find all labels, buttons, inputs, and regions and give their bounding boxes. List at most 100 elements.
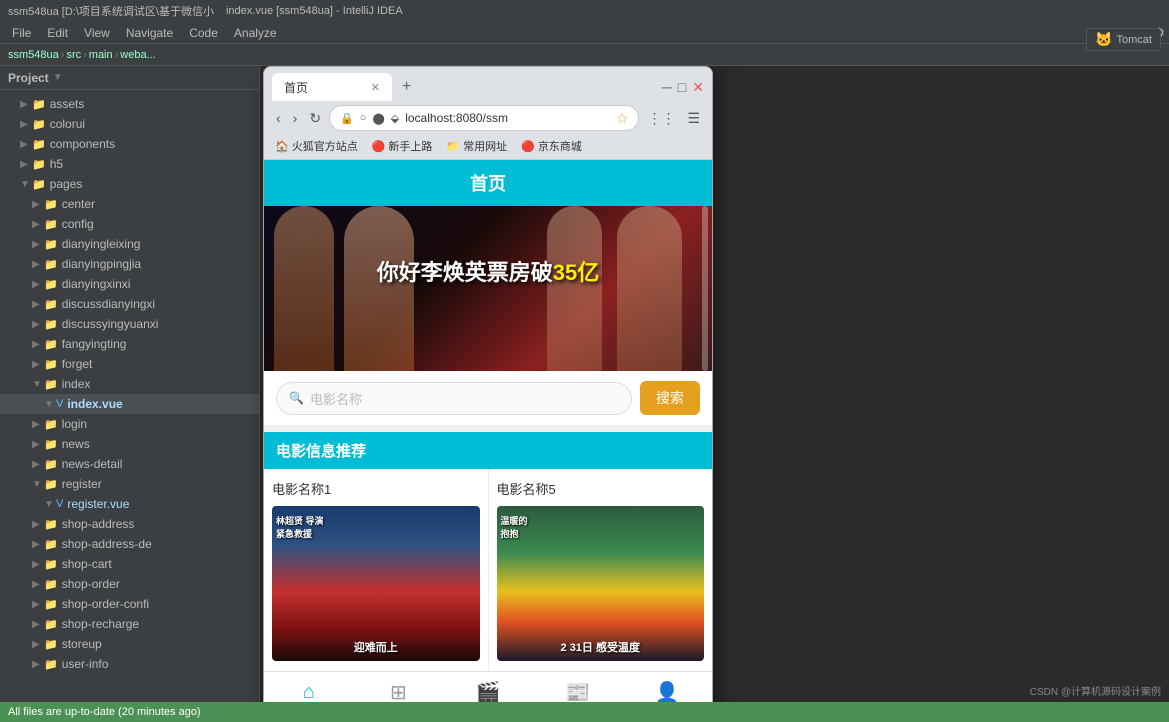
folder-arrow-icon: ▶ — [32, 559, 44, 570]
address-field[interactable]: 🔒 ○ ⬤ ⬙ localhost:8080/ssm ☆ — [329, 105, 639, 131]
folder-icon: 📁 — [44, 558, 58, 571]
sidebar-item-register-vue[interactable]: ▼Vregister.vue — [0, 494, 259, 514]
sidebar-item-h5[interactable]: ▶📁h5 — [0, 154, 259, 174]
nav-item-3[interactable]: 📰 电影资讯 — [533, 672, 623, 702]
back-button[interactable]: ‹ — [272, 108, 285, 128]
movie-card-0[interactable]: 电影名称1 林超贤 导演紧急救援 迎难而上 — [264, 469, 489, 671]
vue-file-icon: V — [56, 498, 63, 510]
sidebar-item-user-info[interactable]: ▶📁user-info — [0, 654, 259, 674]
menu-edit[interactable]: Edit — [39, 22, 76, 43]
bookmark-star-icon[interactable]: ☆ — [616, 110, 629, 127]
sidebar-item-shop-order[interactable]: ▶📁shop-order — [0, 574, 259, 594]
statusbar-text: All files are up-to-date (20 minutes ago… — [8, 706, 201, 718]
folder-icon: 📁 — [44, 298, 58, 311]
maximize-icon[interactable]: □ — [678, 79, 686, 96]
ide-titlebar: ssm548ua [D:\项目系统调试区\基于微信小 index.vue [ss… — [0, 0, 1169, 22]
bookmark-label-3: 京东商城 — [538, 138, 582, 154]
nav-item-1[interactable]: ⊞ 影院信息 — [354, 672, 444, 702]
bookmark-item-0[interactable]: 🏠火狐官方站点 — [272, 137, 361, 155]
breadcrumb-item-0[interactable]: ssm548ua — [8, 49, 59, 61]
nav-item-0[interactable]: ⌂ 首页 — [264, 673, 354, 702]
breadcrumb-item-2[interactable]: main — [89, 49, 113, 61]
search-placeholder: 电影名称 — [310, 389, 362, 408]
tree-item-label: components — [50, 137, 115, 151]
browser-menu-button[interactable]: ☰ — [683, 108, 704, 129]
movie-grid: 电影名称1 林超贤 导演紧急救援 迎难而上 电影名称5 温暖的抱抱 2 31日 … — [264, 469, 712, 671]
folder-icon: 📁 — [44, 238, 58, 251]
close-icon[interactable]: ✕ — [692, 79, 704, 96]
new-tab-button[interactable]: + — [396, 78, 417, 96]
folder-icon: 📁 — [44, 338, 58, 351]
tree-item-label: colorui — [50, 117, 85, 131]
nav-icon-0: ⌂ — [303, 681, 315, 702]
refresh-button[interactable]: ↻ — [305, 108, 325, 129]
folder-icon: 📁 — [44, 578, 58, 591]
sidebar-item-assets[interactable]: ▶📁assets — [0, 94, 259, 114]
folder-arrow-icon: ▶ — [32, 319, 44, 330]
bookmark-item-3[interactable]: 🔴京东商城 — [518, 137, 585, 155]
tree-item-label: storeup — [62, 637, 102, 651]
folder-arrow-icon: ▶ — [32, 519, 44, 530]
project-label: Project — [8, 71, 49, 85]
tree-item-label: shop-address-de — [62, 537, 152, 551]
bookmark-label-1: 新手上路 — [388, 138, 432, 154]
menu-code[interactable]: Code — [181, 22, 226, 43]
sidebar-item-pages[interactable]: ▼📁pages — [0, 174, 259, 194]
sidebar-item-forget[interactable]: ▶📁forget — [0, 354, 259, 374]
minimize-icon[interactable]: ─ — [662, 79, 672, 96]
tree-item-label: config — [62, 217, 94, 231]
menu-navigate[interactable]: Navigate — [118, 22, 181, 43]
sidebar-item-index-vue[interactable]: ▼Vindex.vue — [0, 394, 259, 414]
browser-tab-active[interactable]: 首页 ✕ — [272, 73, 392, 101]
sidebar-item-config[interactable]: ▶📁config — [0, 214, 259, 234]
sidebar-item-fangyingting[interactable]: ▶📁fangyingting — [0, 334, 259, 354]
forward-button[interactable]: › — [289, 108, 302, 128]
sidebar-item-components[interactable]: ▶📁components — [0, 134, 259, 154]
app-view: 首页 你好李焕英票房破35亿 — [264, 160, 712, 702]
sidebar-item-center[interactable]: ▶📁center — [0, 194, 259, 214]
sidebar-item-register[interactable]: ▼📁register — [0, 474, 259, 494]
bookmark-label-0: 火狐官方站点 — [292, 138, 358, 154]
nav-item-4[interactable]: 👤 我的 — [622, 672, 712, 702]
sidebar-item-shop-cart[interactable]: ▶📁shop-cart — [0, 554, 259, 574]
search-box[interactable]: 🔍 电影名称 — [276, 382, 632, 415]
nav-item-2[interactable]: 🎬 电影信息 — [443, 672, 533, 702]
breadcrumb-item-3[interactable]: weba... — [120, 49, 155, 61]
menu-file[interactable]: File — [4, 22, 39, 43]
tree-item-label: h5 — [50, 157, 63, 171]
extensions-button[interactable]: ⋮⋮ — [643, 108, 679, 129]
browser-content: 首页 你好李焕英票房破35亿 — [264, 160, 712, 702]
bookmark-item-2[interactable]: 📁常用网址 — [443, 137, 510, 155]
sidebar-item-storeup[interactable]: ▶📁storeup — [0, 634, 259, 654]
menu-view[interactable]: View — [76, 22, 118, 43]
menu-analyze[interactable]: Analyze — [226, 22, 285, 43]
sidebar-item-news[interactable]: ▶📁news — [0, 434, 259, 454]
folder-icon: 📁 — [44, 538, 58, 551]
sidebar-item-discussdianyingxi[interactable]: ▶📁discussdianyingxi — [0, 294, 259, 314]
tab-close-icon[interactable]: ✕ — [371, 81, 380, 94]
sidebar-header: Project ▼ — [0, 66, 259, 90]
sidebar-item-dianyingpingjia[interactable]: ▶📁dianyingpingjia — [0, 254, 259, 274]
movie-title-1: 电影名称5 — [497, 479, 705, 498]
sidebar-item-index[interactable]: ▼📁index — [0, 374, 259, 394]
movie-card-1[interactable]: 电影名称5 温暖的抱抱 2 31日 感受温度 — [489, 469, 713, 671]
bookmark-item-1[interactable]: 🔴新手上路 — [369, 137, 436, 155]
sidebar-item-shop-address-de[interactable]: ▶📁shop-address-de — [0, 534, 259, 554]
breadcrumb-item-1[interactable]: src — [66, 49, 81, 61]
ide-subtitle: index.vue [ssm548ua] - IntelliJ IDEA — [226, 5, 403, 17]
sidebar-item-shop-address[interactable]: ▶📁shop-address — [0, 514, 259, 534]
sidebar-item-login[interactable]: ▶📁login — [0, 414, 259, 434]
sidebar-item-dianyingxinxi[interactable]: ▶📁dianyingxinxi — [0, 274, 259, 294]
sidebar-item-colorui[interactable]: ▶📁colorui — [0, 114, 259, 134]
folder-icon: 📁 — [44, 438, 58, 451]
tomcat-button[interactable]: 🐱 Tomcat — [1086, 28, 1161, 51]
sidebar-item-discussyingyuanxi[interactable]: ▶📁discussyingyuanxi — [0, 314, 259, 334]
sidebar-tree[interactable]: ▶📁assets▶📁colorui▶📁components▶📁h5▼📁pages… — [0, 90, 259, 702]
sidebar-item-shop-recharge[interactable]: ▶📁shop-recharge — [0, 614, 259, 634]
search-button[interactable]: 搜索 — [640, 381, 700, 415]
tree-item-label: dianyingxinxi — [62, 277, 131, 291]
sidebar-item-dianyingleixing[interactable]: ▶📁dianyingleixing — [0, 234, 259, 254]
sidebar-item-shop-order-confi[interactable]: ▶📁shop-order-confi — [0, 594, 259, 614]
bookmarks-bar: 🏠火狐官方站点 🔴新手上路 📁常用网址 🔴京东商城 — [264, 135, 712, 160]
sidebar-item-news-detail[interactable]: ▶📁news-detail — [0, 454, 259, 474]
